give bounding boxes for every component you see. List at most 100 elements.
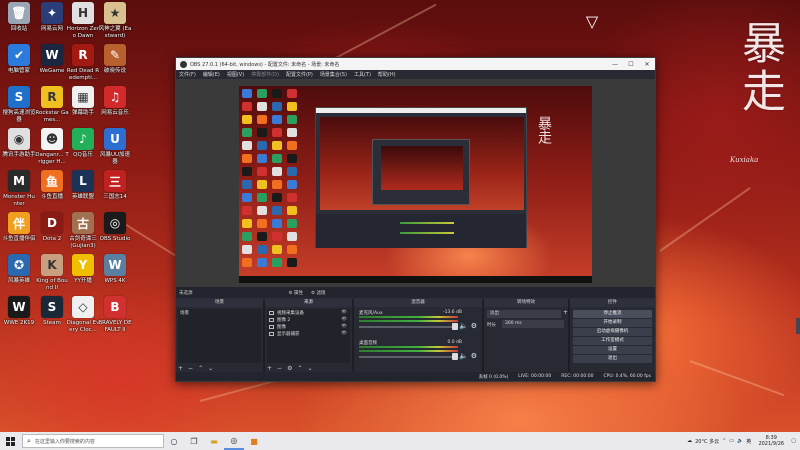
add-scene-button[interactable]: + [178, 365, 183, 372]
desktop-icon[interactable]: ☻ Danganr... Trigger H... [35, 128, 69, 165]
task-view-icon[interactable]: ❐ [184, 432, 204, 450]
source-item[interactable]: 视频采集设备 👁 [267, 309, 350, 316]
scene-item[interactable]: 场景 [178, 309, 261, 316]
desktop-icon[interactable]: ✦ 网易云网 [35, 2, 69, 33]
desktop-icon[interactable]: L 英雄联盟 [66, 170, 100, 201]
minimize-button[interactable]: — [607, 58, 623, 70]
program-preview[interactable]: 暴走 [239, 86, 592, 283]
scenes-list[interactable]: 场景 [178, 309, 261, 363]
obs-taskbar-icon[interactable]: ◎ [224, 432, 244, 450]
close-button[interactable]: ✕ [639, 58, 655, 70]
source-item[interactable]: 图像 2 👁 [267, 316, 350, 323]
menu-tools[interactable]: 工具(T) [354, 71, 371, 78]
desktop-icon[interactable]: S 搜狗高速浏览器 [2, 86, 36, 123]
menu-file[interactable]: 文件(F) [179, 71, 196, 78]
desktop-icon[interactable]: 🗑 回收站 [2, 2, 36, 33]
settings-button[interactable]: 设置 [573, 346, 652, 354]
desktop-icon[interactable]: ▦ 弹幕助手 [66, 86, 100, 117]
desktop-icon[interactable]: H Horizon Zero Dawn [66, 2, 100, 39]
pinned-app-icon[interactable]: ■ [244, 432, 264, 450]
tray-overflow-icon[interactable]: ⌃ [722, 438, 726, 444]
desktop-icon[interactable]: ♫ 网易云音乐 [98, 86, 132, 117]
desktop-icon[interactable]: ◎ OBS Studio [98, 212, 132, 243]
taskbar-search-box[interactable]: ⌕ 在这里输入你要搜索的内容 [22, 434, 164, 448]
desktop-icon[interactable]: ★ 风神之翼 (Eastward) [98, 2, 132, 39]
speaker-icon[interactable]: 🔈 [459, 352, 468, 360]
menu-profile[interactable]: 配置文件(P) [286, 71, 313, 78]
studio-mode-button[interactable]: 工作室模式 [573, 337, 652, 345]
stop-streaming-button[interactable]: 停止推流 [573, 310, 652, 318]
gear-icon[interactable]: ⚙ [471, 322, 477, 330]
remove-scene-button[interactable]: − [188, 365, 193, 372]
source-settings-gear-icon[interactable]: ⚙ [287, 365, 292, 372]
desktop-icon[interactable]: S Steam [35, 296, 69, 327]
menu-help[interactable]: 帮助(H) [378, 71, 396, 78]
desktop-icon[interactable]: K King of Bound II [35, 254, 69, 291]
visibility-eye-icon[interactable]: 👁 [341, 310, 347, 315]
move-up-button[interactable]: ⌃ [198, 365, 203, 372]
properties-button[interactable]: ⚙ 属性 [289, 290, 303, 296]
add-transition-button[interactable]: + [563, 309, 568, 316]
menu-view[interactable]: 视图(V) [227, 71, 244, 78]
screen-edge-handle[interactable] [796, 318, 800, 334]
desktop-icon[interactable]: W WeGame [35, 44, 69, 75]
notification-icon[interactable]: ▢ [791, 438, 796, 444]
transition-select[interactable]: 淡出 [487, 310, 561, 318]
weather-cloud-icon[interactable]: ☁ [687, 438, 692, 444]
maximize-button[interactable]: ☐ [623, 58, 639, 70]
desktop-icon[interactable]: ✎ 破晓传说 [98, 44, 132, 75]
volume-slider[interactable] [359, 326, 454, 328]
desktop-icon[interactable]: ✪ 风暴英雄 [2, 254, 36, 285]
desktop-icon[interactable]: R Red Dead Redempti... [66, 44, 100, 81]
visibility-eye-icon[interactable]: 👁 [341, 317, 347, 322]
desktop-icon[interactable]: R Rockstar Games... [35, 86, 69, 123]
remove-source-button[interactable]: − [277, 365, 282, 372]
desktop-icon[interactable]: U 风暴UU加速器 [98, 128, 132, 165]
desktop-icon[interactable]: B BRAVELY DEFAULT II [98, 296, 132, 333]
speaker-icon[interactable]: 🔈 [459, 322, 468, 330]
source-item[interactable]: 显示器捕获 👁 [267, 330, 350, 337]
duration-field[interactable]: 300 ms [502, 320, 564, 328]
gear-icon[interactable]: ⚙ [471, 352, 477, 360]
menu-edit[interactable]: 编辑(E) [203, 71, 220, 78]
desktop-icon[interactable]: 伴斗鱼直播伴侣 [2, 212, 36, 243]
start-recording-button[interactable]: 开始录制 [573, 319, 652, 327]
sources-list[interactable]: 视频采集设备 👁 图像 2 👁 图像 👁 显示器捕获 👁 [267, 309, 350, 363]
cortana-icon[interactable]: ○ [164, 432, 184, 450]
obs-titlebar[interactable]: OBS 27.0.1 (64-bit, windows) - 配置文件: 未命名… [176, 58, 655, 70]
desktop-icon[interactable]: W WPS 4K [98, 254, 132, 285]
clock[interactable]: 8:39 2021/9/26 [754, 435, 788, 447]
start-virtual-camera-button[interactable]: 启动虚拟摄像机 [573, 328, 652, 336]
volume-slider-handle[interactable] [452, 353, 458, 360]
input-language[interactable]: 英 [746, 438, 751, 445]
move-down-button[interactable]: ⌄ [307, 365, 312, 372]
weather-text[interactable]: 20°C 多云 [695, 438, 719, 445]
menu-scene-collection[interactable]: 场景集合(S) [320, 71, 347, 78]
obs-window[interactable]: OBS 27.0.1 (64-bit, windows) - 配置文件: 未命名… [175, 57, 656, 382]
exit-button[interactable]: 退出 [573, 355, 652, 363]
move-up-button[interactable]: ⌃ [297, 365, 302, 372]
add-source-button[interactable]: + [267, 365, 272, 372]
desktop-icon[interactable]: 古古剑奇谭三 (Gujian3) [66, 212, 100, 249]
desktop-icon[interactable]: ◉ 腾讯手游助手 [2, 128, 36, 159]
desktop-icon[interactable]: ♪ QQ音乐 [66, 128, 100, 159]
volume-slider[interactable] [359, 356, 454, 358]
start-button[interactable] [0, 432, 20, 450]
desktop-icon[interactable]: Y YY开播 [66, 254, 100, 285]
visibility-eye-icon[interactable]: 👁 [341, 324, 347, 329]
desktop-icon[interactable]: ◇ Diagonal Every Cloc... [66, 296, 100, 333]
visibility-eye-icon[interactable]: 👁 [341, 331, 347, 336]
move-down-button[interactable]: ⌄ [208, 365, 213, 372]
file-explorer-icon[interactable]: ▬ [204, 432, 224, 450]
menu-docks[interactable]: 停靠部件(D) [251, 71, 279, 78]
source-item[interactable]: 图像 👁 [267, 323, 350, 330]
desktop-icon[interactable]: 鱼斗鱼直播 [35, 170, 69, 201]
filters-button[interactable]: ⚙ 滤镜 [311, 290, 325, 296]
desktop-icon[interactable]: W WWE 2K19 [2, 296, 36, 327]
desktop-icon[interactable]: M Monster Hunter [2, 170, 36, 207]
speaker-tray-icon[interactable]: 🔈 [737, 438, 743, 444]
desktop-icon[interactable]: D Dota 2 [35, 212, 69, 243]
desktop-icon[interactable]: 三三国志14 [98, 170, 132, 201]
network-icon[interactable]: ▭ [729, 438, 734, 444]
volume-slider-handle[interactable] [452, 323, 458, 330]
